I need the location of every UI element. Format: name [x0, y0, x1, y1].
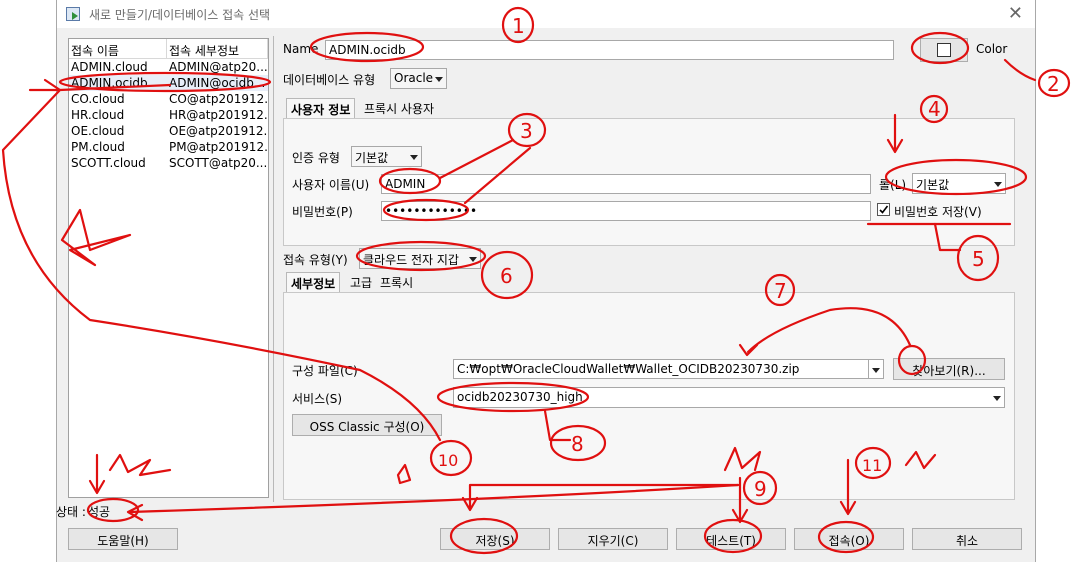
annotation-number: 2: [1047, 72, 1060, 96]
chevron-down-icon: [993, 396, 1001, 401]
help-button[interactable]: 도움말(H): [68, 528, 178, 550]
db-type-label: 데이터베이스 유형: [283, 73, 376, 87]
tab-proxy[interactable]: 프록시: [376, 272, 417, 292]
panel-splitter[interactable]: [273, 36, 276, 502]
connection-name: HR.cloud: [71, 108, 125, 122]
config-file-field[interactable]: [453, 359, 883, 379]
connection-list: 접속 이름 접속 세부정보 ADMIN.cloud ADMIN@atp20...…: [68, 38, 269, 498]
connection-details: PM@atp201912...: [169, 140, 268, 154]
chevron-down-icon: [410, 155, 418, 160]
service-select[interactable]: ocidb20230730_high: [453, 387, 1005, 408]
connection-row[interactable]: PM.cloud PM@atp201912...: [69, 139, 268, 155]
column-header-name[interactable]: 접속 이름: [69, 39, 167, 58]
connection-name: SCOTT.cloud: [71, 156, 146, 170]
name-field[interactable]: [325, 40, 894, 60]
chevron-down-icon: [435, 77, 443, 82]
connection-row[interactable]: CO.cloud CO@atp201912...: [69, 91, 268, 107]
conn-type-value: 클라우드 전자 지갑: [363, 253, 459, 267]
role-label: 롤(L): [879, 178, 907, 192]
username-label: 사용자 이름(U): [292, 178, 370, 192]
connection-row[interactable]: OE.cloud OE@atp201912...: [69, 123, 268, 139]
save-button[interactable]: 저장(S): [440, 528, 550, 550]
connection-row-selected[interactable]: ADMIN.ocidb ADMIN@ocidb...: [69, 75, 268, 91]
role-value: 기본값: [916, 178, 950, 192]
connection-details: ADMIN@atp20...: [169, 60, 268, 74]
connection-dialog: 새로 만들기/데이터베이스 접속 선택 ✕ 접속 이름 접속 세부정보 ADMI…: [56, 0, 1036, 562]
test-button[interactable]: 테스트(T): [676, 528, 786, 550]
window-title: 새로 만들기/데이터베이스 접속 선택: [89, 8, 271, 22]
auth-type-label: 인증 유형: [292, 151, 340, 165]
app-icon: [66, 7, 80, 21]
chevron-down-icon: [872, 368, 880, 373]
conn-type-select[interactable]: 클라우드 전자 지갑: [359, 248, 481, 269]
browse-button[interactable]: 찾아보기(R)...: [893, 358, 1005, 380]
chevron-down-icon: [994, 182, 1002, 187]
password-field[interactable]: [381, 201, 871, 221]
cancel-button[interactable]: 취소: [912, 528, 1022, 550]
connection-row[interactable]: ADMIN.cloud ADMIN@atp20...: [69, 59, 268, 75]
connection-details: OE@atp201912...: [169, 124, 268, 138]
color-swatch-icon: [937, 43, 951, 57]
db-type-value: Oracle: [394, 71, 434, 85]
connection-row[interactable]: SCOTT.cloud SCOTT@atp20...: [69, 155, 268, 171]
tab-proxy-user[interactable]: 프록시 사용자: [360, 98, 438, 118]
conn-type-label: 접속 유형(Y): [283, 253, 348, 267]
connection-name: ADMIN.ocidb: [71, 76, 148, 90]
connection-name: CO.cloud: [71, 92, 125, 106]
config-file-dropdown[interactable]: [868, 359, 884, 379]
column-header-details[interactable]: 접속 세부정보: [167, 39, 268, 58]
tab-user-info[interactable]: 사용자 정보: [286, 98, 356, 118]
color-label: Color: [976, 42, 1008, 56]
tab-details[interactable]: 세부정보: [286, 272, 341, 292]
db-type-select[interactable]: Oracle: [390, 68, 447, 89]
chevron-down-icon: [469, 257, 477, 262]
oss-classic-button[interactable]: OSS Classic 구성(O): [292, 414, 442, 436]
config-file-label: 구성 파일(C): [292, 364, 358, 378]
connection-list-header: 접속 이름 접속 세부정보: [69, 39, 268, 59]
annotation-circle: [1037, 68, 1071, 98]
connection-row[interactable]: HR.cloud HR@atp201912...: [69, 107, 268, 123]
service-value: ocidb20230730_high: [457, 390, 583, 404]
connection-name: ADMIN.cloud: [71, 60, 148, 74]
connection-name: OE.cloud: [71, 124, 125, 138]
username-field[interactable]: [381, 174, 871, 194]
clear-button[interactable]: 지우기(C): [558, 528, 668, 550]
connection-details: CO@atp201912...: [169, 92, 268, 106]
role-select[interactable]: 기본값: [912, 173, 1006, 194]
connection-details: HR@atp201912...: [169, 108, 268, 122]
checkmark-icon: [879, 205, 889, 214]
password-label: 비밀번호(P): [292, 205, 353, 219]
auth-type-value: 기본값: [355, 151, 389, 165]
name-label: Name: [283, 42, 319, 56]
connection-details: SCOTT@atp20...: [169, 156, 268, 170]
connect-button[interactable]: 접속(O): [794, 528, 904, 550]
title-bar: 새로 만들기/데이터베이스 접속 선택 ✕: [57, 0, 1035, 28]
service-label: 서비스(S): [292, 392, 343, 406]
color-button[interactable]: [920, 38, 968, 62]
connection-name: PM.cloud: [71, 140, 125, 154]
save-password-checkbox[interactable]: [877, 203, 890, 216]
close-icon[interactable]: ✕: [1008, 3, 1023, 24]
connection-details: ADMIN@ocidb...: [169, 76, 266, 90]
tab-advanced[interactable]: 고급: [346, 272, 376, 292]
save-password-label: 비밀번호 저장(V): [894, 205, 982, 219]
status-value: 성공: [88, 505, 111, 519]
auth-type-select[interactable]: 기본값: [351, 146, 422, 167]
status-label: 상태 :: [56, 505, 86, 519]
